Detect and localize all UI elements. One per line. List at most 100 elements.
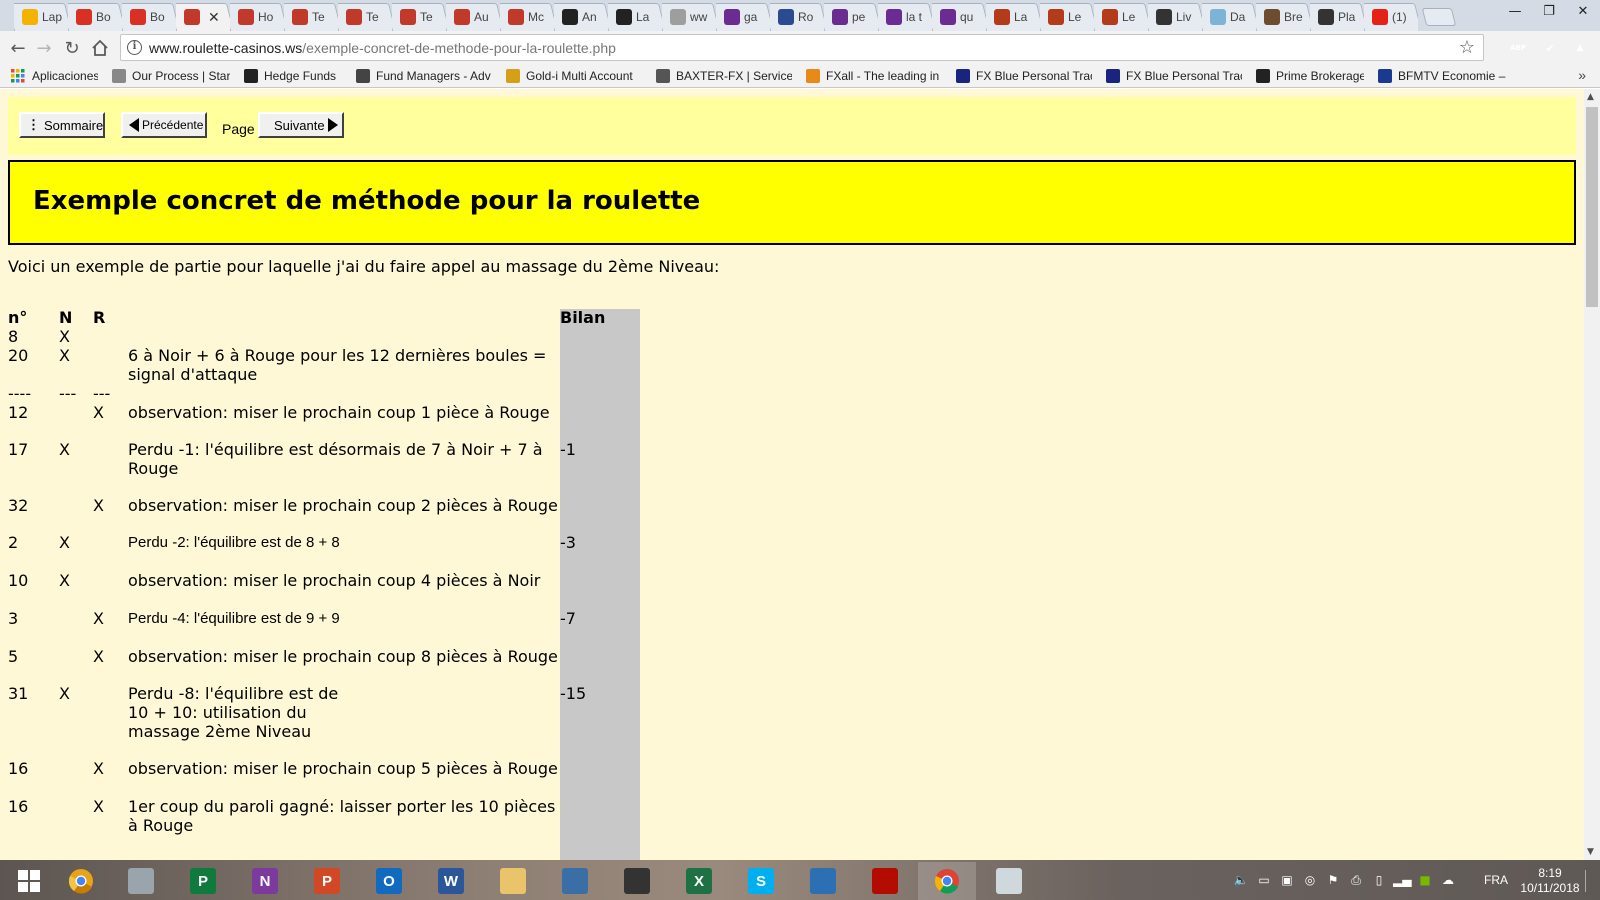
display-icon[interactable]: ▭ (1255, 873, 1273, 887)
upload-extension-icon[interactable]: ▲ (1571, 39, 1589, 57)
minimize-button[interactable]: — (1498, 0, 1532, 22)
taskbar-chrome-canary[interactable] (52, 862, 110, 900)
cell-r: --- (93, 384, 111, 403)
browser-tab[interactable]: ga (716, 3, 770, 31)
browser-tab[interactable]: Bre (1256, 3, 1310, 31)
reload-button[interactable]: ↻ (60, 36, 84, 60)
volume-icon[interactable]: 🔈 (1232, 873, 1250, 887)
browser-tab[interactable]: Bo (122, 3, 176, 31)
taskbar-word[interactable]: W (422, 862, 480, 900)
taskbar-publisher[interactable]: P (174, 862, 232, 900)
taskbar-owl-app-2[interactable] (608, 862, 666, 900)
url-text[interactable]: www.roulette-casinos.ws/exemple-concret-… (149, 40, 616, 56)
clock[interactable]: 8:19 10/11/2018 (1520, 866, 1580, 896)
browser-tab[interactable]: Te (392, 3, 446, 31)
taskbar-paint[interactable] (980, 862, 1038, 900)
bookmark-item[interactable]: Aplicaciones (10, 68, 98, 84)
wifi-signal-icon[interactable]: ▂▄ (1393, 873, 1411, 887)
browser-tab[interactable]: Liv (1148, 3, 1202, 31)
bookmark-item[interactable]: FX Blue Personal Trac (956, 68, 1092, 83)
start-button[interactable] (0, 862, 58, 900)
forward-button[interactable]: → (32, 36, 56, 60)
address-bar[interactable]: i www.roulette-casinos.ws/exemple-concre… (120, 34, 1484, 61)
sync-icon[interactable]: ◎ (1301, 873, 1319, 887)
browser-tab[interactable]: Ho (230, 3, 284, 31)
taskbar-outlook[interactable]: O (360, 862, 418, 900)
bookmark-item[interactable]: FX Blue Personal Trac (1106, 68, 1242, 83)
browser-tab[interactable]: la t (878, 3, 932, 31)
bookmark-star-icon[interactable]: ☆ (1459, 37, 1475, 58)
language-indicator[interactable]: FRA (1484, 873, 1508, 887)
printer-icon[interactable]: ⎙ (1347, 873, 1365, 887)
nvidia-icon[interactable]: ■ (1416, 873, 1434, 887)
bookmark-item[interactable]: BFMTV Economie – la (1378, 68, 1508, 83)
network-share-icon[interactable]: ▣ (1278, 873, 1296, 887)
vertical-scrollbar[interactable]: ▲ ▼ (1584, 89, 1600, 860)
browser-tab[interactable]: Mc (500, 3, 554, 31)
suivante-button[interactable]: Suivante (258, 112, 344, 138)
scroll-thumb[interactable] (1586, 107, 1598, 307)
browser-tab[interactable]: Ro (770, 3, 824, 31)
browser-tab[interactable]: Te (284, 3, 338, 31)
onedrive-icon[interactable]: ☁ (1439, 873, 1457, 887)
back-button[interactable]: ← (6, 36, 30, 60)
taskbar-explorer[interactable] (484, 862, 542, 900)
new-tab-button[interactable] (1421, 8, 1457, 26)
tab-title: Mc (528, 10, 544, 24)
show-desktop-button[interactable] (1585, 870, 1597, 892)
taskbar-onenote[interactable]: N (236, 862, 294, 900)
browser-tab[interactable]: Da (1202, 3, 1256, 31)
browser-tab[interactable]: ✕ (176, 3, 230, 31)
browser-tab[interactable]: qu (932, 3, 986, 31)
check-extension-icon[interactable]: ✔ (1541, 39, 1559, 57)
browser-tab[interactable]: An (554, 3, 608, 31)
browser-tab[interactable]: ww (662, 3, 716, 31)
bookmark-item[interactable]: Our Process | Start a (112, 68, 230, 83)
browser-tab[interactable]: Au (446, 3, 500, 31)
browser-tab[interactable]: Le (1040, 3, 1094, 31)
page-title: Exemple concret de méthode pour la roule… (33, 186, 701, 216)
bookmark-item[interactable]: Hedge Funds (244, 68, 342, 83)
bookmark-item[interactable]: BAXTER-FX | Services (656, 68, 792, 83)
taskbar-remote-app[interactable] (794, 862, 852, 900)
scroll-down-icon[interactable]: ▼ (1587, 847, 1594, 857)
browser-tab[interactable]: pe (824, 3, 878, 31)
bookmarks-overflow-icon[interactable]: » (1578, 67, 1586, 83)
home-button[interactable] (88, 36, 112, 60)
suivante-label: Suivante (274, 117, 325, 133)
taskbar-excel[interactable]: X (670, 862, 728, 900)
adblock-plus-icon[interactable]: ABP (1509, 39, 1527, 57)
taskbar-powerpoint[interactable]: P (298, 862, 356, 900)
browser-tab[interactable]: Pla (1310, 3, 1364, 31)
bookmark-item[interactable]: FXall - The leading in (806, 68, 942, 83)
comment-line: Perdu -8: l'équilibre est de (128, 684, 339, 703)
tab-title: Te (366, 10, 379, 24)
battery-icon[interactable]: ▯ (1370, 873, 1388, 887)
close-window-button[interactable]: ✕ (1566, 0, 1600, 22)
browser-tab[interactable]: Le (1094, 3, 1148, 31)
restore-button[interactable]: ❐ (1532, 0, 1566, 22)
taskbar-acrobat[interactable] (856, 862, 914, 900)
bookmark-item[interactable]: Prime Brokerage (1256, 68, 1364, 83)
browser-tab[interactable]: Lap (14, 3, 68, 31)
browser-tab[interactable]: (1) (1364, 3, 1418, 31)
sommaire-button[interactable]: ⋮ Sommaire (19, 112, 105, 138)
scroll-up-icon[interactable]: ▲ (1587, 92, 1594, 102)
browser-tab[interactable]: La (986, 3, 1040, 31)
precedente-button[interactable]: Précédente (121, 112, 207, 138)
prime-icon (1256, 68, 1270, 83)
cell-comment: Perdu -2: l'équilibre est de 8 + 8 (128, 534, 340, 551)
browser-tab[interactable]: Bo (68, 3, 122, 31)
bookmark-item[interactable]: Fund Managers - Adv (356, 68, 492, 83)
browser-tab[interactable]: Te (338, 3, 392, 31)
taskbar-skype[interactable]: S (732, 862, 790, 900)
browser-tab[interactable]: La (608, 3, 662, 31)
bookmark-item[interactable]: Gold-i Multi Account (506, 68, 642, 83)
taskbar-owl-app[interactable] (546, 862, 604, 900)
taskbar-chrome[interactable] (918, 862, 976, 900)
info-icon[interactable]: i (127, 40, 142, 55)
flag-icon[interactable]: ⚑ (1324, 873, 1342, 887)
close-tab-icon[interactable]: ✕ (208, 9, 220, 26)
bookmark-label: Prime Brokerage (1276, 68, 1364, 83)
taskbar-notepad[interactable] (112, 862, 170, 900)
